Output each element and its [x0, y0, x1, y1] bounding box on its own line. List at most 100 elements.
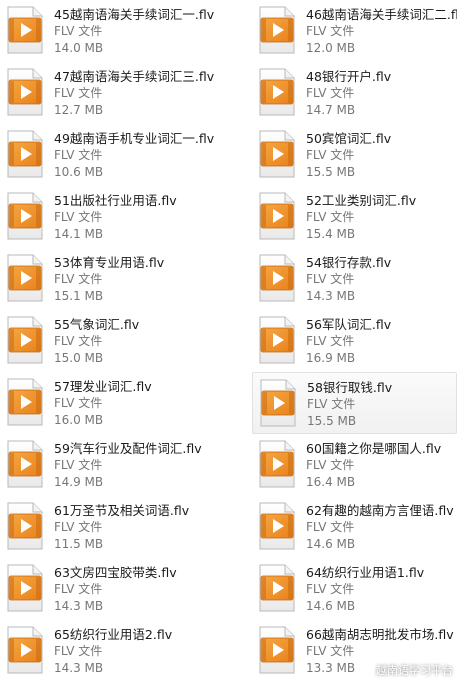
file-details: 65纺织行业用语2.flv FLV 文件 14.3 MB: [54, 626, 172, 677]
file-details: 50宾馆词汇.flv FLV 文件 15.5 MB: [306, 130, 391, 181]
file-item[interactable]: 56军队词汇.flv FLV 文件 16.9 MB: [252, 310, 457, 372]
flv-video-icon: [259, 68, 295, 116]
flv-video-icon: [7, 626, 43, 674]
file-size: 14.9 MB: [54, 475, 104, 489]
file-details: 59汽车行业及配件词汇.flv FLV 文件 14.9 MB: [54, 440, 202, 491]
file-item[interactable]: 45越南语海关手续词汇一.flv FLV 文件 14.0 MB: [0, 0, 252, 62]
file-type: FLV 文件: [54, 458, 103, 472]
file-item[interactable]: 60国籍之你是哪国人.flv FLV 文件 16.4 MB: [252, 434, 457, 496]
file-item[interactable]: 53体育专业用语.flv FLV 文件 15.1 MB: [0, 248, 252, 310]
file-size: 12.0 MB: [306, 41, 356, 55]
flv-video-icon: [259, 130, 295, 178]
file-type: FLV 文件: [306, 148, 355, 162]
file-item[interactable]: 52工业类别词汇.flv FLV 文件 15.4 MB: [252, 186, 457, 248]
file-details: 46越南语海关手续词汇二.flv FLV 文件 12.0 MB: [306, 6, 457, 57]
file-size: 11.5 MB: [54, 537, 104, 551]
flv-video-icon: [7, 68, 43, 116]
file-type: FLV 文件: [306, 272, 355, 286]
file-name: 66越南胡志明批发市场.flv: [306, 627, 454, 642]
flv-video-icon: [7, 6, 43, 54]
file-size: 15.5 MB: [307, 414, 357, 428]
file-name: 50宾馆词汇.flv: [306, 131, 392, 146]
flv-video-icon: [259, 440, 295, 488]
file-details: 58银行取钱.flv FLV 文件 15.5 MB: [307, 379, 392, 430]
file-item[interactable]: 59汽车行业及配件词汇.flv FLV 文件 14.9 MB: [0, 434, 252, 496]
file-size: 14.3 MB: [306, 289, 356, 303]
file-name: 62有趣的越南方言俚语.flv: [306, 503, 454, 518]
file-name: 54银行存款.flv: [306, 255, 392, 270]
file-name: 53体育专业用语.flv: [54, 255, 165, 270]
file-size: 14.1 MB: [54, 227, 104, 241]
file-size: 14.3 MB: [54, 599, 104, 613]
file-type: FLV 文件: [54, 334, 103, 348]
file-size: 14.6 MB: [306, 599, 356, 613]
file-name: 58银行取钱.flv: [307, 380, 393, 395]
file-name: 55气象词汇.flv: [54, 317, 140, 332]
file-details: 57理发业词汇.flv FLV 文件 16.0 MB: [54, 378, 152, 429]
file-name: 49越南语手机专业词汇一.flv: [54, 131, 215, 146]
file-size: 16.0 MB: [54, 413, 104, 427]
file-item[interactable]: 55气象词汇.flv FLV 文件 15.0 MB: [0, 310, 252, 372]
flv-video-icon: [259, 626, 295, 674]
file-type: FLV 文件: [54, 582, 103, 596]
file-details: 62有趣的越南方言俚语.flv FLV 文件 14.6 MB: [306, 502, 454, 553]
file-details: 53体育专业用语.flv FLV 文件 15.1 MB: [54, 254, 164, 305]
file-name: 52工业类别词汇.flv: [306, 193, 417, 208]
file-name: 64纺织行业用语1.flv: [306, 565, 425, 580]
file-type: FLV 文件: [54, 520, 103, 534]
flv-video-icon: [259, 6, 295, 54]
file-details: 49越南语手机专业词汇一.flv FLV 文件 10.6 MB: [54, 130, 214, 181]
file-size: 16.4 MB: [306, 475, 356, 489]
file-item[interactable]: 48银行开户.flv FLV 文件 14.7 MB: [252, 62, 457, 124]
file-type: FLV 文件: [54, 644, 103, 658]
file-size: 15.0 MB: [54, 351, 104, 365]
file-name: 46越南语海关手续词汇二.flv: [306, 7, 457, 22]
file-item[interactable]: 54银行存款.flv FLV 文件 14.3 MB: [252, 248, 457, 310]
file-type: FLV 文件: [306, 520, 355, 534]
file-item[interactable]: 65纺织行业用语2.flv FLV 文件 14.3 MB: [0, 620, 252, 682]
file-name: 60国籍之你是哪国人.flv: [306, 441, 442, 456]
flv-video-icon: [7, 502, 43, 550]
file-item[interactable]: 62有趣的越南方言俚语.flv FLV 文件 14.6 MB: [252, 496, 457, 558]
file-item[interactable]: 61万圣节及相关词语.flv FLV 文件 11.5 MB: [0, 496, 252, 558]
file-item[interactable]: 49越南语手机专业词汇一.flv FLV 文件 10.6 MB: [0, 124, 252, 186]
file-name: 61万圣节及相关词语.flv: [54, 503, 190, 518]
file-type: FLV 文件: [54, 24, 103, 38]
file-details: 55气象词汇.flv FLV 文件 15.0 MB: [54, 316, 139, 367]
file-item[interactable]: 47越南语海关手续词汇三.flv FLV 文件 12.7 MB: [0, 62, 252, 124]
file-item[interactable]: 63文房四宝胶带类.flv FLV 文件 14.3 MB: [0, 558, 252, 620]
file-details: 48银行开户.flv FLV 文件 14.7 MB: [306, 68, 391, 119]
file-item[interactable]: 64纺织行业用语1.flv FLV 文件 14.6 MB: [252, 558, 457, 620]
file-name: 47越南语海关手续词汇三.flv: [54, 69, 215, 84]
file-type: FLV 文件: [54, 210, 103, 224]
file-item[interactable]: 58银行取钱.flv FLV 文件 15.5 MB: [252, 372, 457, 434]
file-size: 15.1 MB: [54, 289, 104, 303]
file-type: FLV 文件: [54, 148, 103, 162]
file-details: 45越南语海关手续词汇一.flv FLV 文件 14.0 MB: [54, 6, 214, 57]
file-name: 48银行开户.flv: [306, 69, 392, 84]
file-item[interactable]: 57理发业词汇.flv FLV 文件 16.0 MB: [0, 372, 252, 434]
file-item[interactable]: 51出版社行业用语.flv FLV 文件 14.1 MB: [0, 186, 252, 248]
file-type: FLV 文件: [306, 24, 355, 38]
file-size: 12.7 MB: [54, 103, 104, 117]
file-type: FLV 文件: [54, 86, 103, 100]
file-item[interactable]: 50宾馆词汇.flv FLV 文件 15.5 MB: [252, 124, 457, 186]
file-size: 16.9 MB: [306, 351, 356, 365]
file-size: 15.4 MB: [306, 227, 356, 241]
file-name: 45越南语海关手续词汇一.flv: [54, 7, 215, 22]
file-type: FLV 文件: [306, 86, 355, 100]
file-details: 64纺织行业用语1.flv FLV 文件 14.6 MB: [306, 564, 424, 615]
flv-video-icon: [7, 378, 43, 426]
flv-video-icon: [259, 254, 295, 302]
flv-video-icon: [7, 564, 43, 612]
file-size: 15.5 MB: [306, 165, 356, 179]
flv-video-icon: [260, 379, 296, 427]
file-grid: 45越南语海关手续词汇一.flv FLV 文件 14.0 MB 46越南语海关手…: [0, 0, 457, 684]
file-type: FLV 文件: [306, 210, 355, 224]
watermark: 越南语学习平台: [356, 662, 453, 678]
file-type: FLV 文件: [54, 272, 103, 286]
file-item[interactable]: 46越南语海关手续词汇二.flv FLV 文件 12.0 MB: [252, 0, 457, 62]
file-type: FLV 文件: [306, 334, 355, 348]
file-size: 14.6 MB: [306, 537, 356, 551]
file-type: FLV 文件: [307, 397, 356, 411]
